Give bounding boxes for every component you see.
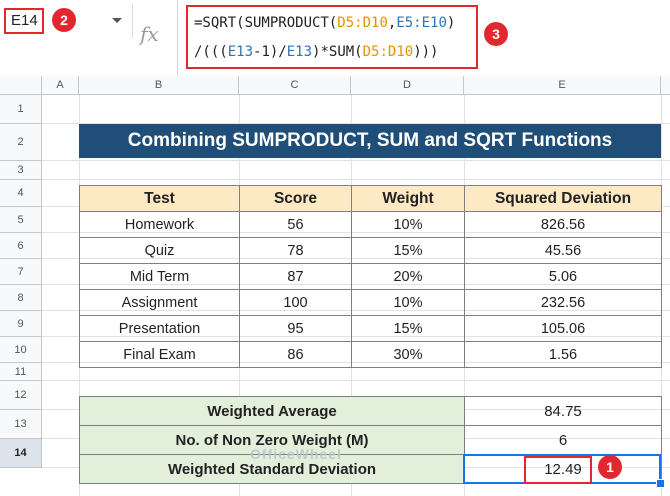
deviation-cell[interactable]: 45.56 — [464, 237, 662, 264]
select-all-corner[interactable] — [0, 76, 42, 95]
row-header[interactable]: 5 — [0, 207, 42, 233]
test-cell[interactable]: Homework — [79, 211, 240, 238]
row-header[interactable]: 12 — [0, 381, 42, 410]
column-header-a[interactable]: A — [42, 76, 79, 95]
test-cell[interactable]: Mid Term — [79, 263, 240, 290]
table-header-row: Test Score Weight Squared Deviation — [79, 185, 662, 212]
grid-row[interactable] — [42, 161, 670, 180]
weight-cell[interactable]: 30% — [351, 341, 465, 368]
formula-input[interactable]: =SQRT(SUMPRODUCT(D5:D10,E5:E10) /(((E13-… — [186, 5, 478, 69]
row-header[interactable]: 6 — [0, 233, 42, 259]
table-row: Homework 56 10% 826.56 — [79, 211, 662, 238]
summary-value[interactable]: 84.75 — [464, 396, 662, 426]
callout-badge-3: 3 — [484, 22, 508, 46]
summary-value[interactable]: 6 — [464, 425, 662, 455]
chevron-down-icon[interactable] — [112, 18, 122, 23]
page-title: Combining SUMPRODUCT, SUM and SQRT Funct… — [79, 124, 661, 158]
row-header[interactable]: 8 — [0, 285, 42, 311]
weight-cell[interactable]: 10% — [351, 289, 465, 316]
summary-row: Weighted Average 84.75 — [79, 396, 662, 426]
score-cell[interactable]: 56 — [239, 211, 352, 238]
table-row: Final Exam 86 30% 1.56 — [79, 341, 662, 368]
weight-cell[interactable]: 20% — [351, 263, 465, 290]
fill-handle[interactable] — [656, 479, 665, 488]
column-header-c[interactable]: C — [239, 76, 351, 95]
result-highlight — [524, 456, 592, 484]
score-cell[interactable]: 86 — [239, 341, 352, 368]
row-header[interactable]: 7 — [0, 259, 42, 285]
function-icon: fx — [140, 22, 159, 46]
weight-cell[interactable]: 15% — [351, 237, 465, 264]
test-cell[interactable]: Final Exam — [79, 341, 240, 368]
test-cell[interactable]: Assignment — [79, 289, 240, 316]
watermark-logo: OfficeWheel — [250, 446, 342, 462]
formula-line-2: /(((E13-1)/E13)*SUM(D5:D10))) — [194, 44, 439, 60]
row-header[interactable]: 3 — [0, 161, 42, 180]
row-header[interactable]: 1 — [0, 95, 42, 124]
row-header[interactable]: 10 — [0, 337, 42, 363]
formula-line-1: =SQRT(SUMPRODUCT(D5:D10,E5:E10) — [194, 15, 456, 31]
deviation-cell[interactable]: 826.56 — [464, 211, 662, 238]
callout-badge-1: 1 — [598, 455, 622, 479]
callout-badge-2: 2 — [52, 8, 76, 32]
row-header[interactable]: 9 — [0, 311, 42, 337]
weight-cell[interactable]: 10% — [351, 211, 465, 238]
column-header-d[interactable]: D — [351, 76, 464, 95]
header-weight[interactable]: Weight — [351, 185, 465, 212]
weight-cell[interactable]: 15% — [351, 315, 465, 342]
deviation-cell[interactable]: 105.06 — [464, 315, 662, 342]
row-header[interactable]: 4 — [0, 180, 42, 207]
column-header-b[interactable]: B — [79, 76, 239, 95]
score-table: Test Score Weight Squared Deviation Home… — [79, 185, 662, 368]
header-test[interactable]: Test — [79, 185, 240, 212]
header-score[interactable]: Score — [239, 185, 352, 212]
score-cell[interactable]: 87 — [239, 263, 352, 290]
summary-label[interactable]: Weighted Average — [79, 396, 465, 426]
grid-row[interactable] — [42, 95, 670, 124]
score-cell[interactable]: 100 — [239, 289, 352, 316]
formula-bar-area: E14 2 fx =SQRT(SUMPRODUCT(D5:D10,E5:E10)… — [0, 0, 670, 77]
row-header[interactable]: 14 — [0, 439, 42, 468]
table-row: Presentation 95 15% 105.06 — [79, 315, 662, 342]
table-row: Quiz 78 15% 45.56 — [79, 237, 662, 264]
score-cell[interactable]: 78 — [239, 237, 352, 264]
column-header-f[interactable] — [661, 76, 670, 95]
deviation-cell[interactable]: 232.56 — [464, 289, 662, 316]
header-squared-deviation[interactable]: Squared Deviation — [464, 185, 662, 212]
table-row: Assignment 100 10% 232.56 — [79, 289, 662, 316]
score-cell[interactable]: 95 — [239, 315, 352, 342]
deviation-cell[interactable]: 5.06 — [464, 263, 662, 290]
test-cell[interactable]: Quiz — [79, 237, 240, 264]
row-header[interactable]: 13 — [0, 410, 42, 439]
test-cell[interactable]: Presentation — [79, 315, 240, 342]
divider — [177, 0, 178, 76]
row-header[interactable]: 11 — [0, 363, 42, 381]
name-box-value[interactable]: E14 — [4, 8, 44, 34]
row-header[interactable]: 2 — [0, 124, 42, 161]
deviation-cell[interactable]: 1.56 — [464, 341, 662, 368]
table-row: Mid Term 87 20% 5.06 — [79, 263, 662, 290]
summary-row: No. of Non Zero Weight (M) 6 — [79, 425, 662, 455]
column-header-e[interactable]: E — [464, 76, 661, 95]
